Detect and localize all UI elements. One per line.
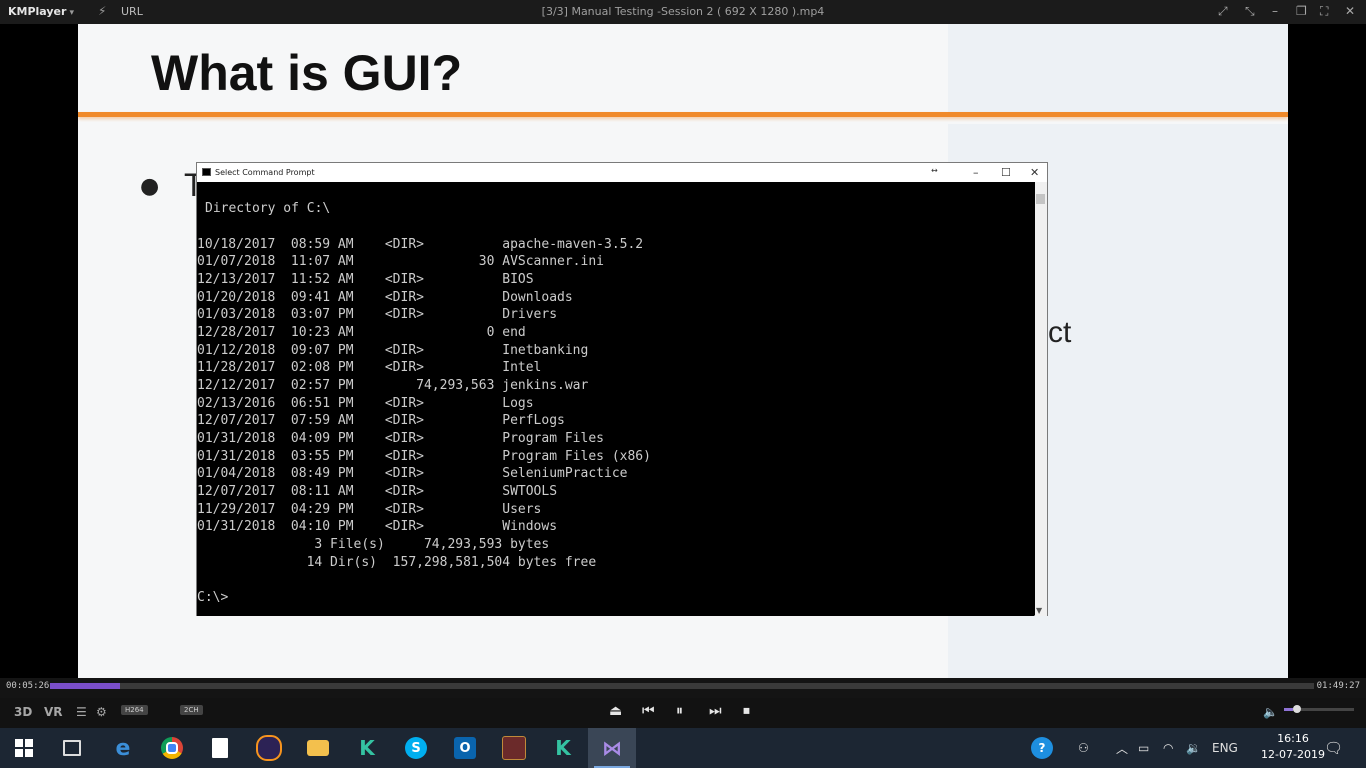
volume-level <box>1284 708 1294 711</box>
cmd-line: 01/12/2018 09:07 PM <DIR> Inetbanking <box>197 343 589 358</box>
notepad-icon[interactable] <box>196 728 244 768</box>
visual-studio-icon[interactable]: ⋈ <box>588 728 636 768</box>
elapsed-time: 00:05:26 <box>6 681 50 691</box>
window-title: [3/3] Manual Testing -Session 2 ( 692 X … <box>541 5 825 18</box>
playlist-icon[interactable]: ☰ <box>76 705 87 719</box>
edge-icon[interactable]: e <box>99 728 147 768</box>
slide-title: What is GUI? <box>151 45 463 101</box>
previous-icon[interactable]: ⏮ <box>642 703 655 719</box>
cmd-line: 01/31/2018 03:55 PM <DIR> Program Files … <box>197 449 651 464</box>
total-time: 01:49:27 <box>1316 681 1360 691</box>
minimize-mode-icon[interactable]: ⤡ <box>1245 4 1255 19</box>
cmd-line: 01/07/2018 11:07 AM 30 AVScanner.ini <box>197 254 604 269</box>
slide-partial-text: ct <box>1048 316 1072 349</box>
cmd-minimize-icon: – <box>973 166 979 179</box>
codec-badge: H264 <box>121 705 148 715</box>
battery-icon[interactable]: ▭ <box>1138 728 1149 768</box>
cmd-line: Directory of C:\ <box>205 201 331 216</box>
close-icon[interactable]: ✕ <box>1345 4 1355 18</box>
outlook-icon[interactable]: O <box>441 728 489 768</box>
cmd-line: 01/04/2018 08:49 PM <DIR> SeleniumPracti… <box>197 466 628 481</box>
cmd-line: 01/03/2018 03:07 PM <DIR> Drivers <box>197 307 558 322</box>
file-explorer-icon[interactable] <box>294 728 342 768</box>
resize-icon: ↔ <box>931 166 938 175</box>
seek-track[interactable] <box>50 683 1314 689</box>
settings-gear-icon[interactable]: ⚙ <box>96 705 107 719</box>
3d-button[interactable]: 3D <box>14 705 32 719</box>
speaker-icon[interactable]: 🔉 <box>1186 728 1201 768</box>
cmd-close-icon: ✕ <box>1030 166 1040 179</box>
windows-taskbar: e K S O K ⋈ ? ⚇ ︿ ▭ ◠ 🔉 ENG 16:16 12-07-… <box>0 728 1366 768</box>
cmd-line: 12/12/2017 02:57 PM 74,293,563 jenkins.w… <box>197 378 589 393</box>
seek-bar[interactable]: 00:05:26 01:49:27 <box>0 678 1366 698</box>
cmd-title: Select Command Prompt <box>215 168 315 177</box>
seek-progress <box>50 683 120 689</box>
people-icon[interactable]: ⚇ <box>1078 728 1089 768</box>
cmd-line: 02/13/2016 06:51 PM <DIR> Logs <box>197 396 534 411</box>
pin-icon[interactable]: ⤢ <box>1218 4 1228 19</box>
cmd-line: 12/28/2017 10:23 AM 0 end <box>197 325 526 340</box>
vr-button[interactable]: VR <box>44 705 63 719</box>
eject-icon[interactable]: ⏏ <box>609 703 622 719</box>
cmd-line: 3 File(s) 74,293,593 bytes <box>197 537 550 552</box>
clock-time: 16:16 <box>1277 732 1309 745</box>
slide-background-tile <box>948 24 1288 112</box>
player-title-bar: KMPlayer ▾ ⚡ URL [3/3] Manual Testing -Se… <box>0 0 1366 24</box>
cmd-line: 01/20/2018 09:41 AM <DIR> Downloads <box>197 290 573 305</box>
restore-icon[interactable]: ❐ <box>1296 4 1307 18</box>
pause-icon[interactable]: ⏸ <box>676 703 683 719</box>
start-icon[interactable] <box>0 728 48 768</box>
cmd-line: 14 Dir(s) 157,298,581,504 bytes free <box>197 555 597 570</box>
help-icon[interactable]: ? <box>1031 728 1053 768</box>
task-view-icon[interactable] <box>48 728 96 768</box>
clock-date: 12-07-2019 <box>1261 748 1325 761</box>
cmd-line: 11/29/2017 04:29 PM <DIR> Users <box>197 502 542 517</box>
volume-knob[interactable] <box>1293 705 1301 713</box>
cmd-output: Directory of C:\ 10/18/2017 08:59 AM <DI… <box>197 182 1034 616</box>
cmd-title-bar: Select Command Prompt ↔ – ☐ ✕ <box>197 163 1047 182</box>
cmd-line: 12/07/2017 08:11 AM <DIR> SWTOOLS <box>197 484 558 499</box>
clock[interactable]: 16:16 12-07-2019 <box>1260 731 1326 763</box>
cmd-prompt: C:\> <box>197 590 229 605</box>
command-prompt-window: Select Command Prompt ↔ – ☐ ✕ Directory … <box>196 162 1048 616</box>
cmd-line: 01/31/2018 04:09 PM <DIR> Program Files <box>197 431 604 446</box>
cmd-line: 10/18/2017 08:59 AM <DIR> apache-maven-3… <box>197 237 644 252</box>
minimize-icon[interactable]: – <box>1272 4 1278 18</box>
fullscreen-icon[interactable]: ⛶ <box>1320 4 1328 19</box>
game-icon[interactable] <box>490 728 538 768</box>
eclipse-icon[interactable] <box>245 728 293 768</box>
bullet-icon: ● <box>140 174 160 199</box>
cmd-scrollbar: ▼ <box>1035 182 1047 616</box>
show-hidden-icons-icon[interactable]: ︿ <box>1116 728 1128 768</box>
cmd-icon <box>202 168 211 176</box>
skype-icon[interactable]: S <box>392 728 440 768</box>
wifi-icon[interactable]: ◠ <box>1163 728 1173 768</box>
cmd-line: 12/07/2017 07:59 AM <DIR> PerfLogs <box>197 413 565 428</box>
cmd-maximize-icon: ☐ <box>1001 166 1011 179</box>
cmd-line: 12/13/2017 11:52 AM <DIR> BIOS <box>197 272 534 287</box>
volume-icon[interactable]: 🔈 <box>1263 705 1278 719</box>
channels-badge: 2CH <box>180 705 203 715</box>
scroll-down-icon: ▼ <box>1036 606 1043 615</box>
notifications-icon[interactable]: 🗨 <box>1324 728 1343 768</box>
slide-divider <box>78 112 1288 117</box>
language-indicator[interactable]: ENG <box>1212 728 1238 768</box>
cmd-line: 01/31/2018 04:10 PM <DIR> Windows <box>197 519 558 534</box>
katalon-icon[interactable]: K <box>343 728 391 768</box>
stop-icon[interactable]: ⏹ <box>743 703 750 719</box>
scroll-thumb <box>1036 194 1045 204</box>
katalon-studio-icon[interactable]: K <box>539 728 587 768</box>
playback-controls: 3D VR ☰ ⚙ H264 2CH ⏏ ⏮ ⏸ ⏭ ⏹ 🔈 <box>0 698 1366 728</box>
cmd-line: 11/28/2017 02:08 PM <DIR> Intel <box>197 360 542 375</box>
next-icon[interactable]: ⏭ <box>709 703 722 719</box>
chrome-icon[interactable] <box>148 728 196 768</box>
